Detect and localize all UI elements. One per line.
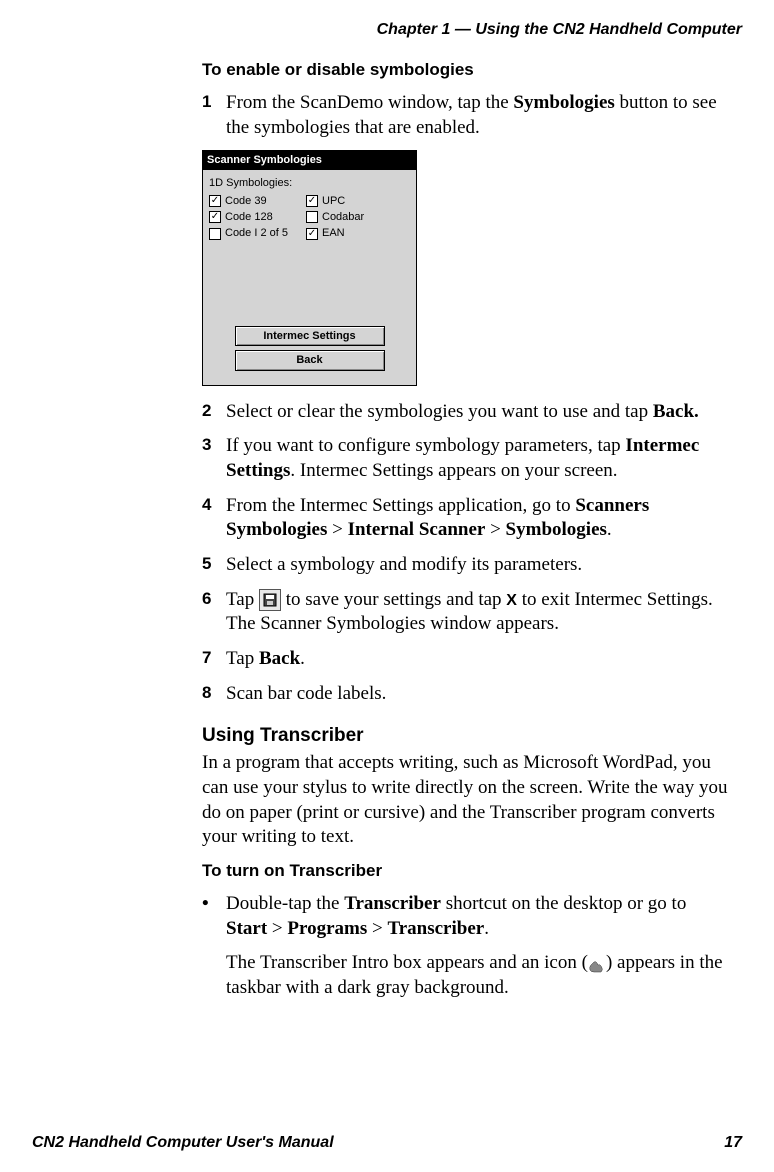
text: Double-tap the <box>226 893 344 914</box>
text: to save your settings and tap <box>281 589 506 610</box>
text: > <box>485 519 505 540</box>
text: . <box>484 918 489 939</box>
bold-symbologies: Symbologies <box>513 92 614 113</box>
page-number: 17 <box>724 1133 742 1154</box>
step-3: 3 If you want to configure symbology par… <box>202 434 732 483</box>
step-body: Tap to save your settings and tap X to e… <box>226 588 732 637</box>
text: > <box>267 918 287 939</box>
step-number: 2 <box>202 400 226 425</box>
running-head: Chapter 1 — Using the CN2 Handheld Compu… <box>32 20 742 41</box>
text: If you want to configure symbology param… <box>226 435 625 456</box>
step-number: 3 <box>202 434 226 483</box>
step-body: From the Intermec Settings application, … <box>226 494 732 543</box>
checkbox-codabar[interactable]: Codabar <box>306 210 364 224</box>
bold: Symbologies <box>506 519 607 540</box>
step-1: 1 From the ScanDemo window, tap the Symb… <box>202 91 732 140</box>
bold: Transcriber <box>344 893 441 914</box>
footer-title: CN2 Handheld Computer User's Manual <box>32 1133 334 1154</box>
text: . <box>300 648 305 669</box>
checkbox-label: UPC <box>322 194 345 208</box>
text: Select or clear the symbologies you want… <box>226 401 653 422</box>
step-body: Tap Back. <box>226 647 732 672</box>
save-icon <box>259 589 281 611</box>
bullet-item: • Double-tap the Transcriber shortcut on… <box>202 892 732 941</box>
step-7: 7 Tap Back. <box>202 647 732 672</box>
section-label: 1D Symbologies: <box>209 176 410 190</box>
heading-turn-on-transcriber: To turn on Transcriber <box>202 860 732 882</box>
bold-back: Back <box>259 648 300 669</box>
step-number: 6 <box>202 588 226 637</box>
checkbox-label: Code I 2 of 5 <box>225 226 288 240</box>
screenshot-scanner-symbologies: Scanner Symbologies 1D Symbologies: ✓Cod… <box>202 150 417 385</box>
text: Tap <box>226 589 259 610</box>
step-body: Select or clear the symbologies you want… <box>226 400 732 425</box>
back-button[interactable]: Back <box>235 350 385 370</box>
step-body: Select a symbology and modify its parame… <box>226 553 732 578</box>
bold-back: Back. <box>653 401 699 422</box>
step-number: 8 <box>202 682 226 707</box>
bold: Transcriber <box>387 918 484 939</box>
checkbox-label: Code 39 <box>225 194 267 208</box>
bullet-mark: • <box>202 892 226 941</box>
checkbox-label: Codabar <box>322 210 364 224</box>
checkbox-code-39[interactable]: ✓Code 39 <box>209 194 288 208</box>
text: . <box>607 519 612 540</box>
checkbox-code-i2of5[interactable]: Code I 2 of 5 <box>209 226 288 240</box>
step-body: Scan bar code labels. <box>226 682 732 707</box>
checkbox-ean[interactable]: ✓EAN <box>306 226 364 240</box>
text: The Transcriber Intro box appears and an… <box>226 952 588 973</box>
bold: Start <box>226 918 267 939</box>
step-2: 2 Select or clear the symbologies you wa… <box>202 400 732 425</box>
step-body: From the ScanDemo window, tap the Symbol… <box>226 91 732 140</box>
checkbox-code-128[interactable]: ✓Code 128 <box>209 210 288 224</box>
step-number: 1 <box>202 91 226 140</box>
heading-enable-symbologies: To enable or disable symbologies <box>202 59 732 81</box>
paragraph: In a program that accepts writing, such … <box>202 751 732 850</box>
step-5: 5 Select a symbology and modify its para… <box>202 553 732 578</box>
close-x-icon: X <box>506 592 517 609</box>
content-area: To enable or disable symbologies 1 From … <box>202 59 732 1001</box>
checkbox-upc[interactable]: ✓UPC <box>306 194 364 208</box>
step-4: 4 From the Intermec Settings application… <box>202 494 732 543</box>
step-number: 5 <box>202 553 226 578</box>
bold: Internal Scanner <box>348 519 486 540</box>
text: From the ScanDemo window, tap the <box>226 92 513 113</box>
text: > <box>327 519 347 540</box>
window-title: Scanner Symbologies <box>203 151 416 169</box>
followup-paragraph: The Transcriber Intro box appears and an… <box>226 951 732 1000</box>
bold: Programs <box>287 918 367 939</box>
text: shortcut on the desktop or go to <box>441 893 686 914</box>
transcriber-hand-icon <box>588 957 606 971</box>
checkbox-label: Code 128 <box>225 210 273 224</box>
checkbox-label: EAN <box>322 226 345 240</box>
step-body: If you want to configure symbology param… <box>226 434 732 483</box>
bullet-body: Double-tap the Transcriber shortcut on t… <box>226 892 732 941</box>
text: . Intermec Settings appears on your scre… <box>290 460 617 481</box>
text: > <box>367 918 387 939</box>
step-number: 7 <box>202 647 226 672</box>
step-8: 8 Scan bar code labels. <box>202 682 732 707</box>
page-footer: CN2 Handheld Computer User's Manual 17 <box>32 1133 742 1154</box>
text: Tap <box>226 648 259 669</box>
text: From the Intermec Settings application, … <box>226 495 575 516</box>
intermec-settings-button[interactable]: Intermec Settings <box>235 326 385 346</box>
step-6: 6 Tap to save your settings and tap X to… <box>202 588 732 637</box>
step-number: 4 <box>202 494 226 543</box>
heading-using-transcriber: Using Transcriber <box>202 724 732 749</box>
